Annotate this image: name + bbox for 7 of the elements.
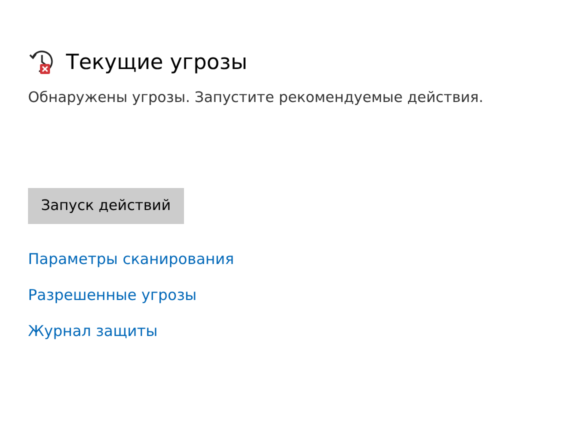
settings-link[interactable]: Разрешенные угрозы: [28, 286, 197, 304]
run-actions-button[interactable]: Запуск действий: [28, 188, 184, 224]
settings-link[interactable]: Параметры сканирования: [28, 250, 234, 268]
section-description: Обнаружены угрозы. Запустите рекомендуемые действия.: [28, 90, 484, 106]
section-title: Текущие угрозы: [66, 50, 248, 74]
history-warning-icon: [28, 48, 56, 76]
settings-link[interactable]: Журнал защиты: [28, 322, 158, 340]
